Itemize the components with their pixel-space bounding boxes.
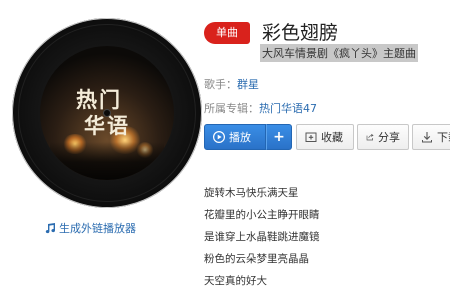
lyric-line: 粉色的云朵梦里亮晶晶 <box>204 253 309 265</box>
singer-link[interactable]: 群星 <box>237 78 259 91</box>
external-player-label: 生成外链播放器 <box>59 222 136 235</box>
share-button[interactable]: 分享 <box>357 124 409 150</box>
lyric-line: 是谁穿上水晶鞋跳进魔镜 <box>204 231 320 243</box>
play-button[interactable]: 播放 <box>204 124 266 150</box>
play-label: 播放 <box>229 131 251 144</box>
lyric-line: 旋转木马快乐满天星 <box>204 187 299 199</box>
crowd-silhouette <box>50 142 164 180</box>
album-row: 所属专辑：热门华语47 <box>204 100 317 116</box>
lyrics-block: 旋转木马快乐满天星 花瓣里的小公主睁开眼睛 是谁穿上水晶鞋跳进魔镜 粉色的云朵梦… <box>204 182 320 292</box>
song-subtitle: 大风车情景剧《疯丫头》主题曲 <box>260 44 418 62</box>
share-label: 分享 <box>378 131 400 144</box>
favorite-folder-icon <box>305 132 317 142</box>
singer-row: 歌手：群星 <box>204 76 259 92</box>
music-note-icon <box>45 223 56 234</box>
singer-label: 歌手： <box>204 78 237 91</box>
album-disc: 热门 华语 <box>12 18 202 208</box>
add-to-list-button[interactable]: + <box>266 124 292 150</box>
download-icon <box>422 132 432 143</box>
lyric-line: 天空真的好大 <box>204 275 267 287</box>
play-icon <box>213 131 225 143</box>
album-link[interactable]: 热门华语47 <box>259 102 317 115</box>
share-icon <box>366 133 374 141</box>
favorite-button[interactable]: 收藏 <box>296 124 354 150</box>
album-label: 所属专辑： <box>204 102 259 115</box>
external-player-link[interactable]: 生成外链播放器 <box>44 220 136 236</box>
single-badge: 单曲 <box>204 22 250 44</box>
download-button[interactable]: 下载 <box>412 124 450 150</box>
lyric-line: 花瓣里的小公主睁开眼睛 <box>204 209 320 221</box>
favorite-label: 收藏 <box>321 131 343 144</box>
disc-spindle <box>103 109 111 117</box>
download-label: 下载 <box>437 131 450 144</box>
song-title: 彩色翅膀 <box>262 22 339 44</box>
